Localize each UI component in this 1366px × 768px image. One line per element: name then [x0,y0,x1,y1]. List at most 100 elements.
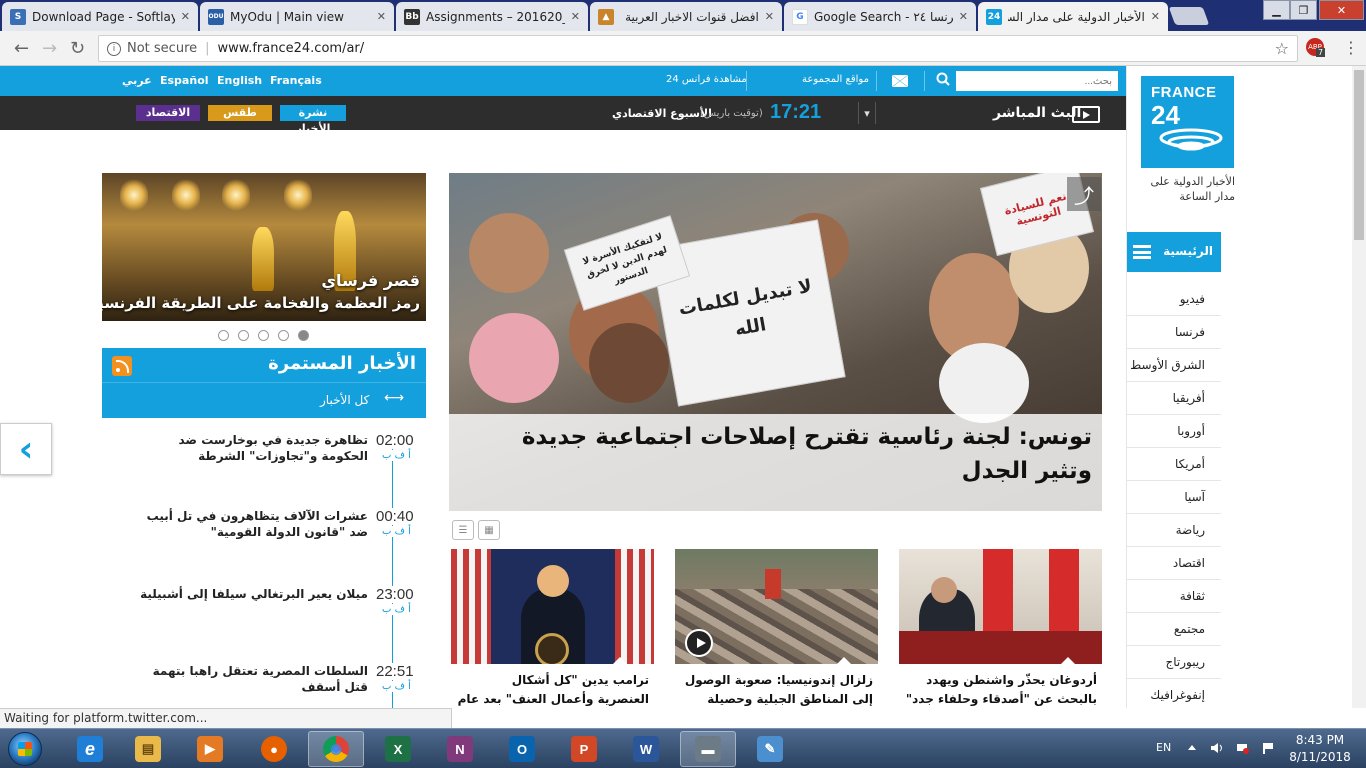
article-card[interactable]: زلزال إندونيسيا: صعوبة الوصول إلى المناط… [675,549,878,708]
article-card[interactable]: ترامب يدين "كل أشكال العنصرية وأعمال الع… [451,549,654,708]
news-text[interactable]: ميلان يعير البرتغالي سيلفا إلى أشبيلية [138,586,368,602]
all-news-link[interactable]: كل الأخبار [320,393,369,407]
article-image[interactable] [675,549,878,664]
lang-spanish-link[interactable]: Español [160,74,209,87]
slider-caption-subtitle[interactable]: رمز العظمة والفخامة على الطريقة الفرنسية [102,294,420,312]
nav-item-america[interactable]: أمريكا [1127,448,1221,481]
hamburger-menu-icon[interactable] [1133,245,1151,259]
browser-tab[interactable]: G Google Search - فرنسا ٢٤ ✕ [784,2,976,31]
nav-item-france[interactable]: فرنسا [1127,316,1221,349]
close-icon[interactable]: ✕ [181,10,190,23]
info-icon[interactable]: i [107,41,121,56]
list-view-icon[interactable]: ☰ [452,520,474,540]
chevron-down-icon[interactable]: ▾ [858,102,876,124]
nav-item-africa[interactable]: أفريقيا [1127,382,1221,415]
share-icon[interactable]: ⤴ [1067,177,1101,211]
lang-french-link[interactable]: Français [270,74,322,87]
url-text[interactable]: www.france24.com/ar/ [218,41,365,56]
bookmark-star-icon[interactable]: ☆ [1275,39,1289,58]
browser-tab[interactable]: ▲ افضل قنوات الاخبار العربية | الم ✕ [590,2,782,31]
nav-item-economy[interactable]: اقتصاد [1127,547,1221,580]
minimize-button[interactable]: ▁ [1263,0,1290,20]
news-text[interactable]: عشرات الآلاف يتظاهرون في تل أبيب ضد "قان… [138,508,368,540]
nav-item-infographic[interactable]: إنفوغرافيك [1127,679,1221,708]
nav-item-asia[interactable]: آسيا [1127,481,1221,514]
reload-icon[interactable]: ↻ [70,38,85,59]
news-text[interactable]: السلطات المصرية تعتقل راهبا بتهمة قتل أس… [138,663,368,695]
taskbar-app-onenote[interactable]: N [432,731,488,767]
maximize-button[interactable]: ❐ [1290,0,1317,20]
volume-icon[interactable] [1210,742,1222,754]
taskbar-app-excel[interactable]: X [370,731,426,767]
lang-arabic-link[interactable]: عربي [122,74,152,87]
forward-arrow-icon[interactable]: → [42,38,57,59]
hero-headline-panel[interactable]: تونس: لجنة رئاسية تقترح إصلاحات اجتماعية… [449,414,1102,511]
feature-slider-image[interactable]: قصر فرساي رمز العظمة والفخامة على الطريق… [102,173,426,321]
taskbar-app-paint[interactable]: ✎ [742,731,798,767]
clock-date[interactable]: 8/11/2018 [1284,750,1356,764]
taskbar-app-firefox[interactable]: ● [246,731,302,767]
address-bar[interactable]: i Not secure | www.france24.com/ar/ ☆ [98,35,1298,62]
nav-item-middle-east[interactable]: الشرق الأوسط [1127,349,1221,382]
article-title[interactable]: أردوغان يحذّر واشنطن ويهدد بالبحث عن "أص… [905,671,1097,708]
show-hidden-icons-icon[interactable] [1186,742,1198,754]
close-icon[interactable]: ✕ [1151,10,1160,23]
group-sites-link[interactable]: مواقع المجموعة [802,74,869,85]
taskbar-app-outlook[interactable]: O [494,731,550,767]
clock-time[interactable]: 8:43 PM [1290,733,1350,747]
nav-item-europe[interactable]: أوروبا [1127,415,1221,448]
article-title[interactable]: ترامب يدين "كل أشكال العنصرية وأعمال الع… [457,671,649,708]
start-button[interactable] [8,732,42,766]
nav-item-reportage[interactable]: ريبورتاج [1127,646,1221,679]
watch-france24-link[interactable]: مشاهدة فرانس 24 [666,74,747,85]
slider-dot[interactable] [238,330,249,341]
article-image[interactable] [451,549,654,664]
close-icon[interactable]: ✕ [571,10,580,23]
economy-pill[interactable]: الاقتصاد [136,105,200,121]
browser-tab-active[interactable]: 24 الأخبار الدولية على مدار الساعة ✕ [978,2,1168,31]
search-icon[interactable] [936,72,950,86]
news-bulletin-pill[interactable]: نشرة الأخبار [280,105,346,135]
hero-headline[interactable]: تونس: لجنة رئاسية تقترح إصلاحات اجتماعية… [462,420,1092,488]
nav-item-culture[interactable]: ثقافة [1127,580,1221,613]
close-icon[interactable]: ✕ [377,10,386,23]
taskbar-app-usb[interactable]: ▬ [680,731,736,767]
taskbar-app-chrome[interactable]: ◉ [308,731,364,767]
keyboard-language[interactable]: EN [1156,741,1171,754]
slider-dot[interactable] [218,330,229,341]
new-tab-button[interactable] [1168,7,1210,25]
tv-play-icon[interactable] [1072,106,1100,123]
slider-dot-active[interactable] [298,330,309,341]
newsletter-mail-icon[interactable] [892,75,908,87]
previous-arrow-button[interactable]: ‹ [0,423,52,475]
browser-tab[interactable]: S Download Page - Softlay ✕ [2,2,198,31]
grid-view-icon[interactable]: ▦ [478,520,500,540]
news-text[interactable]: تظاهرة جديدة في بوخارست ضد الحكومة و"تجا… [138,432,368,464]
page-scrollbar[interactable] [1352,66,1366,708]
hero-article[interactable]: لا تبديل لكلمات الله لا لتفكيك الأسرة لا… [449,173,1102,511]
nav-item-sports[interactable]: رياضة [1127,514,1221,547]
taskbar-app-ie[interactable]: e [62,731,118,767]
lang-english-link[interactable]: English [217,74,262,87]
rss-icon[interactable] [112,356,132,376]
article-image[interactable] [899,549,1102,664]
browser-tab[interactable]: ODU MyOdu | Main view ✕ [200,2,394,31]
live-label[interactable]: البث المباشر [993,105,1081,121]
close-icon[interactable]: ✕ [959,10,968,23]
all-news-bar[interactable]: كل الأخبار ⟷ [102,382,426,418]
play-video-icon[interactable] [685,629,713,657]
close-icon[interactable]: ✕ [765,10,774,23]
home-menu-button[interactable]: الرئيسية [1127,232,1221,272]
taskbar-app-powerpoint[interactable]: P [556,731,612,767]
browser-menu-icon[interactable]: ⋮ [1343,38,1359,57]
weather-pill[interactable]: طقس [208,105,272,121]
search-input[interactable] [956,71,1118,91]
nav-item-society[interactable]: مجتمع [1127,613,1221,646]
scrollbar-thumb[interactable] [1354,70,1364,240]
france24-logo[interactable]: FRANCE 24 [1141,76,1234,168]
slider-dot[interactable] [258,330,269,341]
taskbar-app-media[interactable]: ▶ [182,731,238,767]
article-card[interactable]: أردوغان يحذّر واشنطن ويهدد بالبحث عن "أص… [899,549,1102,708]
taskbar-app-explorer[interactable]: ▤ [120,731,176,767]
nav-item-video[interactable]: فيديو [1127,283,1221,316]
